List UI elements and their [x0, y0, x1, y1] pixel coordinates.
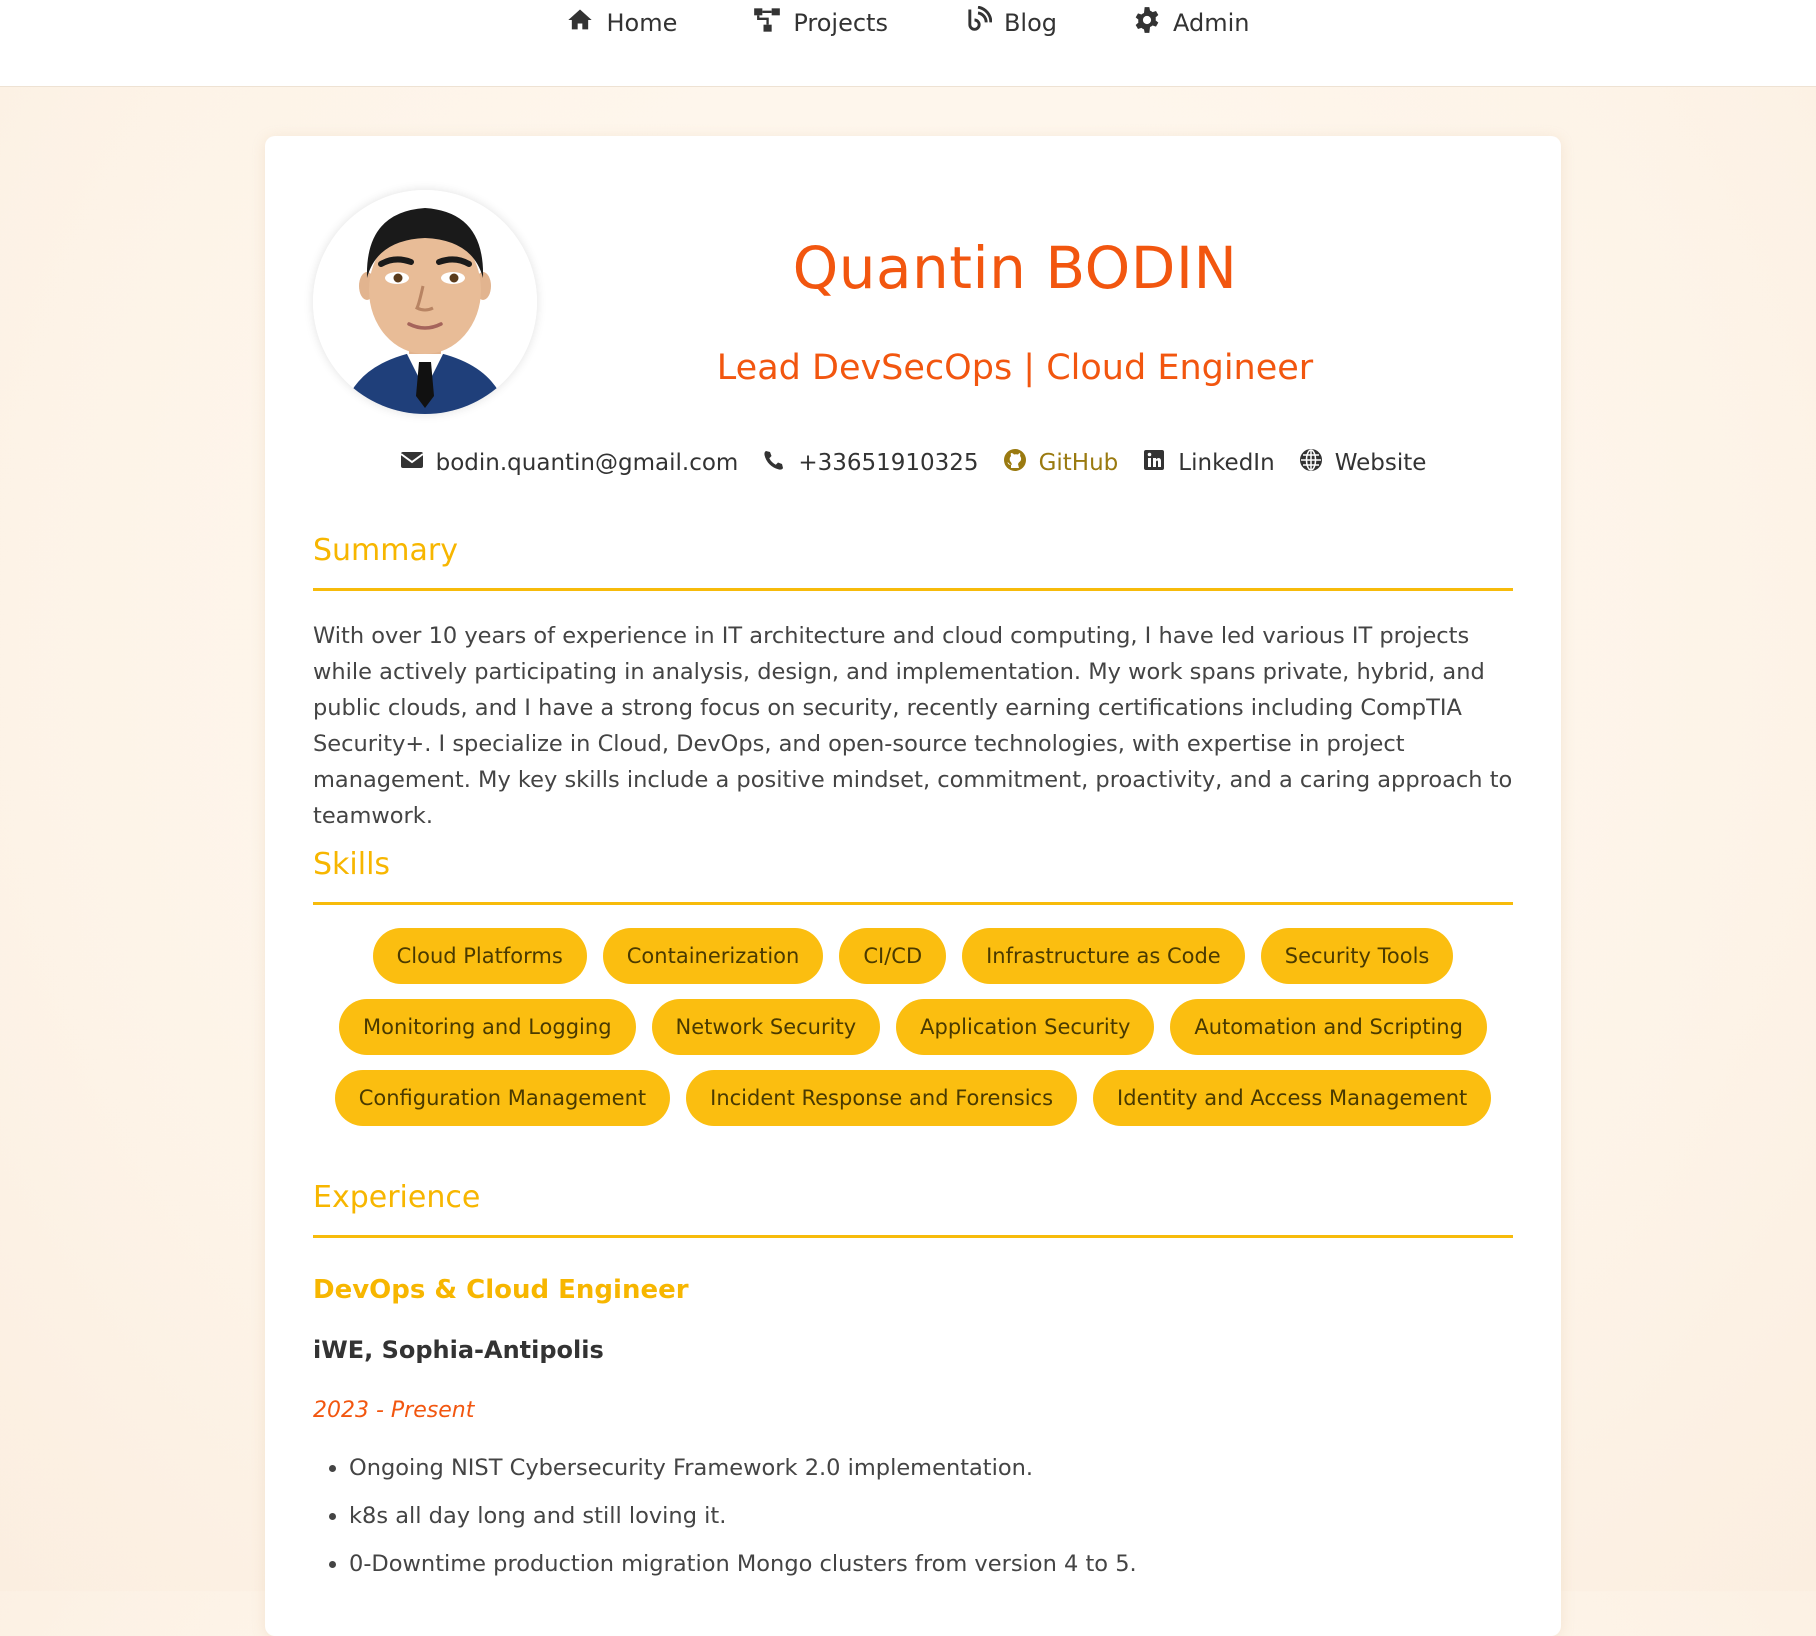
- skills-list: Cloud Platforms Containerization CI/CD I…: [313, 928, 1513, 1126]
- nav-blog-label: Blog: [1003, 9, 1058, 37]
- resume-card: Quantin BODIN Lead DevSecOps | Cloud Eng…: [265, 136, 1561, 1636]
- skill-pill[interactable]: CI/CD: [839, 928, 947, 984]
- skill-pill[interactable]: Automation and Scripting: [1170, 999, 1487, 1055]
- linkedin-icon: [1142, 448, 1166, 478]
- profile-name: Quantin BODIN: [792, 234, 1238, 302]
- skill-pill[interactable]: Containerization: [602, 928, 824, 984]
- skills-divider: [313, 902, 1513, 905]
- phone-icon: [762, 448, 786, 478]
- contact-links: bodin.quantin@gmail.com +33651910325 Git…: [265, 448, 1561, 478]
- nav-projects[interactable]: Projects: [753, 6, 888, 40]
- nav-home[interactable]: Home: [566, 6, 677, 40]
- job-dates: 2023 - Present: [313, 1398, 475, 1423]
- nav-items: Home Projects Blog Admin: [566, 0, 1250, 40]
- envelope-icon: [400, 448, 424, 478]
- linkedin-label: LinkedIn: [1178, 450, 1275, 476]
- list-item: Ongoing NIST Cybersecurity Framework 2.0…: [349, 1444, 1137, 1492]
- list-item: k8s all day long and still loving it.: [349, 1492, 1137, 1540]
- profile-title: Lead DevSecOps | Cloud Engineer: [716, 348, 1314, 388]
- cartoon-avatar: [313, 190, 537, 414]
- list-item: 0-Downtime production migration Mongo cl…: [349, 1540, 1137, 1588]
- home-icon: [566, 6, 594, 40]
- skills-heading: Skills: [313, 847, 391, 882]
- job-title: DevOps & Cloud Engineer: [313, 1275, 689, 1305]
- linkedin-link[interactable]: LinkedIn: [1142, 448, 1275, 478]
- experience-divider: [313, 1235, 1513, 1238]
- skill-pill[interactable]: Cloud Platforms: [372, 928, 587, 984]
- website-label: Website: [1334, 450, 1427, 476]
- summary-heading: Summary: [313, 533, 458, 568]
- skill-pill[interactable]: Infrastructure as Code: [962, 928, 1245, 984]
- skill-pill[interactable]: Incident Response and Forensics: [686, 1070, 1078, 1126]
- skill-pill[interactable]: Network Security: [651, 999, 881, 1055]
- email-link[interactable]: bodin.quantin@gmail.com: [400, 448, 739, 478]
- job-company: iWE, Sophia-Antipolis: [313, 1336, 604, 1364]
- avatar: [313, 190, 537, 414]
- skill-pill[interactable]: Application Security: [896, 999, 1155, 1055]
- job-bullets: Ongoing NIST Cybersecurity Framework 2.0…: [313, 1444, 1137, 1588]
- skill-pill[interactable]: Configuration Management: [334, 1070, 671, 1126]
- blog-icon: [964, 5, 993, 40]
- summary-text: With over 10 years of experience in IT a…: [313, 623, 1513, 829]
- nav-home-label: Home: [606, 9, 678, 37]
- globe-icon: [1299, 448, 1323, 478]
- skill-pill[interactable]: Identity and Access Management: [1093, 1070, 1492, 1126]
- github-label: GitHub: [1038, 450, 1119, 476]
- phone-label: +33651910325: [798, 450, 979, 476]
- github-icon: [1003, 448, 1027, 478]
- top-navigation: Home Projects Blog Admin: [0, 0, 1816, 87]
- email-label: bodin.quantin@gmail.com: [435, 450, 739, 476]
- skill-pill[interactable]: Monitoring and Logging: [339, 999, 636, 1055]
- website-link[interactable]: Website: [1299, 448, 1427, 478]
- nav-projects-label: Projects: [793, 9, 888, 37]
- github-link[interactable]: GitHub: [1003, 448, 1119, 478]
- summary-divider: [313, 588, 1513, 591]
- nav-admin[interactable]: Admin: [1133, 6, 1250, 40]
- gear-icon: [1133, 6, 1161, 40]
- experience-heading: Experience: [313, 1180, 481, 1215]
- nav-admin-label: Admin: [1173, 9, 1250, 37]
- phone-link[interactable]: +33651910325: [762, 448, 979, 478]
- nav-blog[interactable]: Blog: [964, 5, 1058, 40]
- skill-pill[interactable]: Security Tools: [1260, 928, 1454, 984]
- sitemap-icon: [753, 6, 781, 40]
